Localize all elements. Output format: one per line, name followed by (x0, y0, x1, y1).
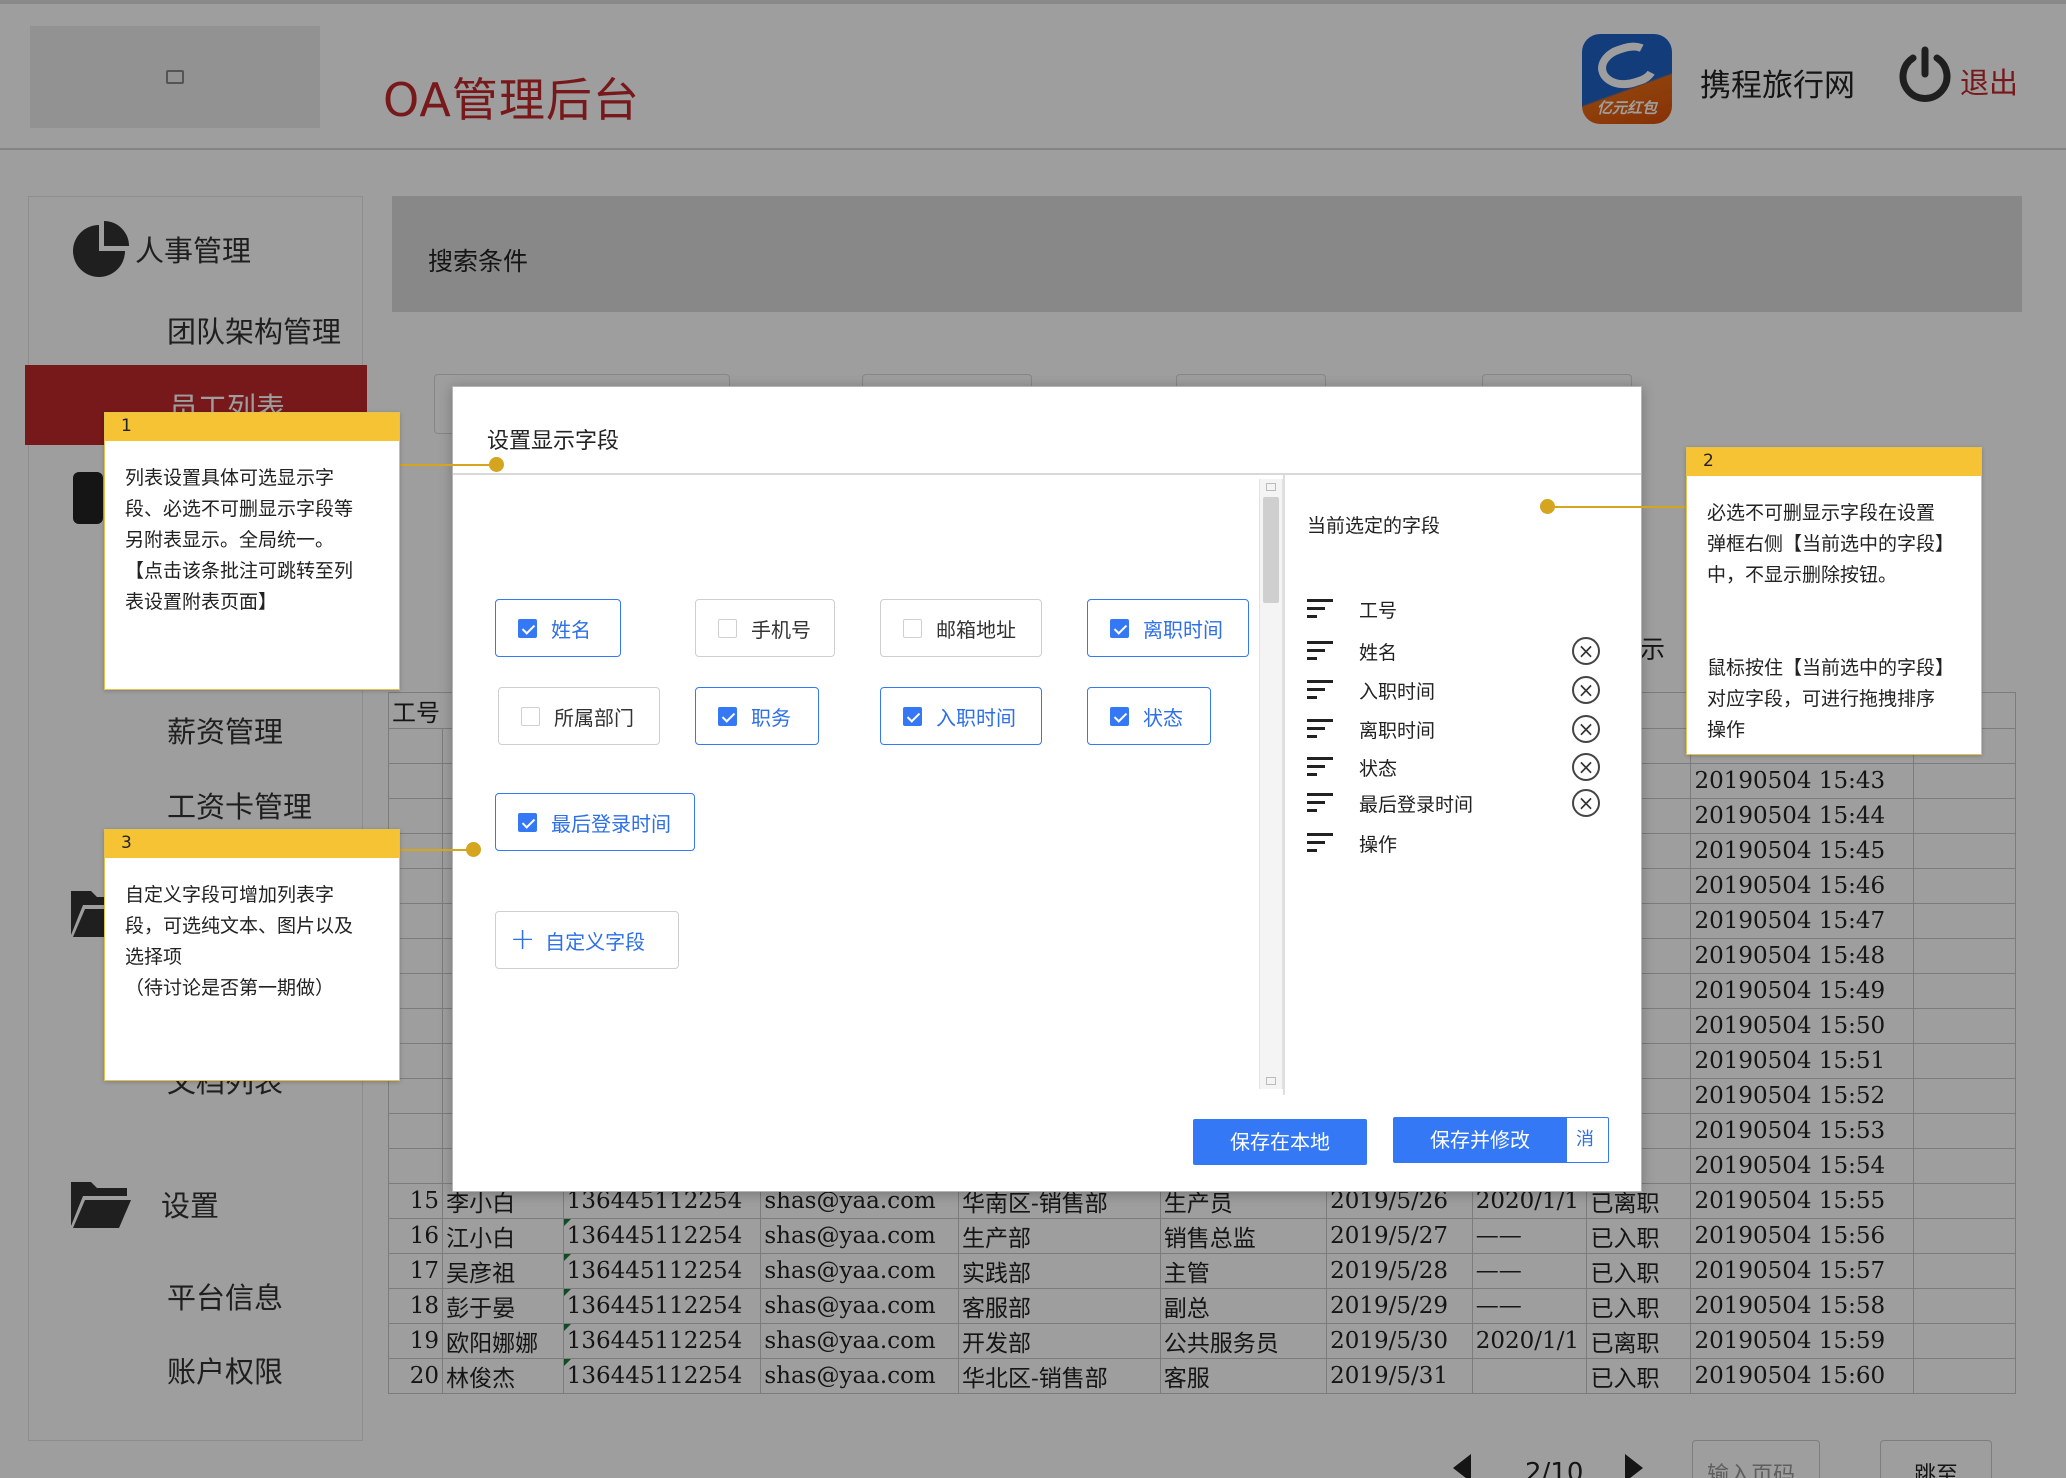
selected-field-row[interactable]: 姓名 × (1307, 635, 1600, 667)
note-number: 2 (1687, 448, 1981, 476)
add-custom-field-button[interactable]: + 自定义字段 (495, 911, 679, 969)
selected-field-label: 入职时间 (1359, 680, 1436, 703)
selected-fields-pane: 当前选定的字段 工号姓名 × 入职时间 × 离职时间 × 状态 × 最后登录时间 × 操作 (1285, 475, 1641, 1095)
selected-field-label: 最后登录时间 (1359, 793, 1474, 816)
checkbox-icon[interactable] (521, 706, 540, 726)
note-connector (1550, 506, 1686, 508)
scroll-up-icon[interactable] (1266, 483, 1276, 491)
note-anchor-dot (489, 457, 504, 472)
note-text: 列表设置具体可选显示字 段、必选不可删显示字段等 另附表显示。全局统一。 【点击… (105, 441, 399, 618)
note-line: 段、必选不可删显示字段等 (125, 498, 354, 520)
field-option-label: 手机号 (751, 617, 811, 642)
note-connector (398, 464, 498, 466)
selected-field-label: 离职时间 (1359, 719, 1436, 742)
note-line: （待讨论是否第一期做） (125, 977, 335, 999)
dialog-title: 设置显示字段 (487, 429, 620, 454)
remove-field-icon[interactable]: × (1572, 715, 1600, 743)
selected-field-label: 工号 (1359, 599, 1398, 622)
note-line: 弹框右侧【当前选中的字段】 (1707, 533, 1955, 555)
field-option[interactable]: 最后登录时间 (495, 793, 695, 851)
checkbox-checked-icon[interactable] (1110, 706, 1129, 726)
field-option[interactable]: 入职时间 (880, 687, 1042, 745)
checkbox-icon[interactable] (903, 618, 922, 638)
note-line: 中，不显示删除按钮。 (1707, 564, 1898, 586)
note-line: 另附表显示。全局统一。 (125, 529, 335, 551)
note-text: 必选不可删显示字段在设置 弹框右侧【当前选中的字段】 中，不显示删除按钮。 鼠标… (1687, 476, 1981, 746)
scrollbar[interactable] (1259, 479, 1283, 1089)
note-connector (398, 849, 474, 851)
field-option-label: 职务 (751, 705, 791, 730)
save-local-button[interactable]: 保存在本地 (1193, 1119, 1367, 1165)
note-line: 必选不可删显示字段在设置 (1707, 502, 1936, 524)
note-line (1707, 591, 1963, 622)
selected-field-label: 操作 (1359, 833, 1398, 856)
scrollbar-thumb[interactable] (1263, 497, 1279, 603)
scroll-down-icon[interactable] (1266, 1077, 1276, 1085)
note-line: 对应字段，可进行拖拽排序 (1707, 688, 1936, 710)
field-option-label: 最后登录时间 (551, 811, 671, 836)
field-option-label: 入职时间 (936, 705, 1016, 730)
field-option[interactable]: 手机号 (695, 599, 835, 657)
field-option[interactable]: 邮箱地址 (880, 599, 1042, 657)
drag-handle-icon[interactable] (1307, 680, 1333, 700)
note-line: 选择项 (125, 946, 183, 968)
checkbox-checked-icon[interactable] (1110, 618, 1129, 638)
checkbox-checked-icon[interactable] (518, 618, 537, 638)
note-line: 表设置附表页面】 (125, 591, 278, 613)
field-option[interactable]: 所属部门 (498, 687, 660, 745)
selected-field-label: 姓名 (1359, 641, 1398, 664)
remove-field-icon[interactable]: × (1572, 676, 1600, 704)
annotation-note[interactable]: 1 列表设置具体可选显示字 段、必选不可删显示字段等 另附表显示。全局统一。 【… (104, 412, 400, 690)
field-option[interactable]: 姓名 (495, 599, 621, 657)
selected-field-label: 状态 (1359, 757, 1398, 780)
checkbox-checked-icon[interactable] (718, 706, 737, 726)
note-anchor-dot (466, 842, 481, 857)
field-option-label: 所属部门 (554, 705, 634, 730)
note-line: 自定义字段可增加列表字 (125, 884, 335, 906)
note-line: 鼠标按住【当前选中的字段】 (1707, 657, 1955, 679)
field-option[interactable]: 离职时间 (1087, 599, 1249, 657)
note-line: 【点击该条批注可跳转至列 (125, 560, 354, 582)
field-option-label: 邮箱地址 (936, 617, 1016, 642)
plus-icon: + (510, 922, 536, 957)
drag-handle-icon[interactable] (1307, 757, 1333, 777)
drag-handle-icon[interactable] (1307, 793, 1333, 813)
selected-field-row[interactable]: 离职时间 × (1307, 713, 1600, 745)
field-option-label: 状态 (1143, 705, 1183, 730)
note-line (1707, 622, 1963, 653)
selected-field-row[interactable]: 工号 (1307, 593, 1597, 625)
note-anchor-dot (1540, 499, 1555, 514)
note-text: 自定义字段可增加列表字 段，可选纯文本、图片以及 选择项 （待讨论是否第一期做） (105, 858, 399, 1004)
selected-field-row[interactable]: 入职时间 × (1307, 674, 1600, 706)
field-option-label: 离职时间 (1143, 617, 1223, 642)
field-settings-dialog: 设置显示字段 姓名 手机号 邮箱地址 离职时间 所属部门 职务 入职时间 状态 最后登录时间 +… (452, 386, 1642, 1192)
selected-field-row[interactable]: 最后登录时间 × (1307, 787, 1600, 819)
remove-field-icon[interactable]: × (1572, 637, 1600, 665)
note-number: 1 (105, 413, 399, 441)
remove-field-icon[interactable]: × (1572, 753, 1600, 781)
selected-fields-title: 当前选定的字段 (1307, 515, 1441, 537)
selected-field-row[interactable]: 状态 × (1307, 751, 1600, 783)
checkbox-icon[interactable] (718, 618, 737, 638)
note-line: 列表设置具体可选显示字 (125, 467, 335, 489)
drag-handle-icon[interactable] (1307, 599, 1333, 619)
selected-field-row[interactable]: 操作 (1307, 827, 1597, 859)
checkbox-checked-icon[interactable] (518, 812, 537, 832)
field-option-label: 姓名 (551, 617, 591, 642)
checkbox-checked-icon[interactable] (903, 706, 922, 726)
field-option[interactable]: 状态 (1087, 687, 1211, 745)
field-option[interactable]: 职务 (695, 687, 819, 745)
drag-handle-icon[interactable] (1307, 833, 1333, 853)
note-number: 3 (105, 830, 399, 858)
note-line: 段，可选纯文本、图片以及 (125, 915, 354, 937)
note-line: 操作 (1707, 719, 1746, 741)
drag-handle-icon[interactable] (1307, 641, 1333, 661)
remove-field-icon[interactable]: × (1572, 789, 1600, 817)
available-fields-pane: 姓名 手机号 邮箱地址 离职时间所属部门 职务 入职时间 状态最后登录时间 + 自定义字段 (453, 475, 1259, 1095)
annotation-note[interactable]: 2 必选不可删显示字段在设置 弹框右侧【当前选中的字段】 中，不显示删除按钮。 … (1686, 447, 1982, 755)
annotation-note[interactable]: 3 自定义字段可增加列表字 段，可选纯文本、图片以及 选择项 （待讨论是否第一期… (104, 829, 400, 1081)
drag-handle-icon[interactable] (1307, 719, 1333, 739)
add-custom-field-label: 自定义字段 (545, 929, 646, 954)
save-and-modify-button[interactable]: 保存并修改 (1393, 1117, 1567, 1163)
